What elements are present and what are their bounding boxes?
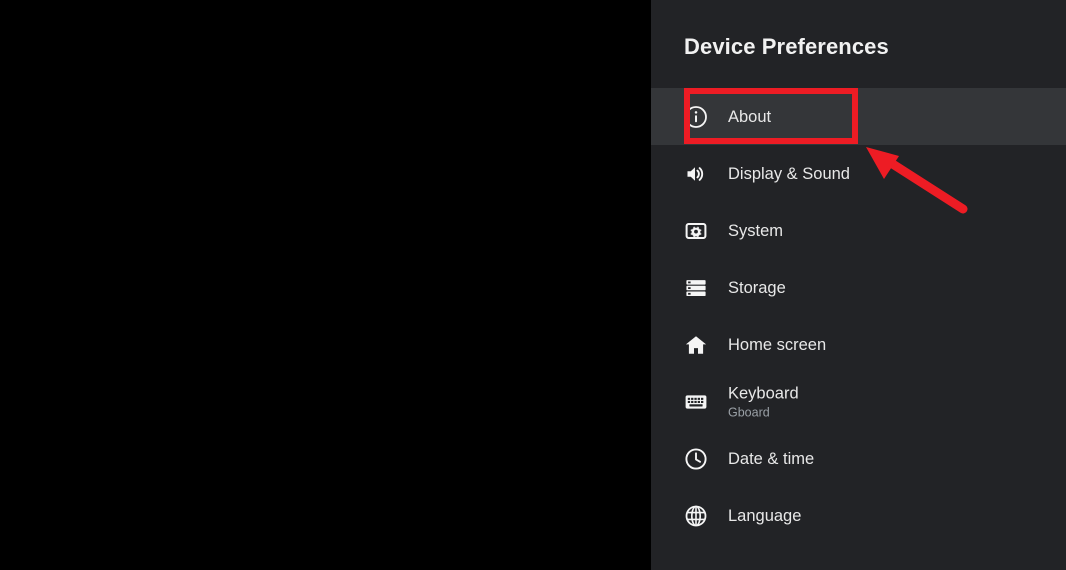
menu-item-text: About xyxy=(728,107,771,127)
menu-item-keyboard[interactable]: Keyboard Gboard xyxy=(651,373,1066,430)
storage-bars-icon xyxy=(683,275,709,301)
menu-item-text: Language xyxy=(728,506,801,526)
globe-icon xyxy=(683,503,709,529)
menu-item-label: Date & time xyxy=(728,449,815,468)
menu-item-text: System xyxy=(728,221,783,241)
menu-item-label: Language xyxy=(728,506,802,525)
background-content-area xyxy=(0,0,651,570)
menu-item-language[interactable]: Language xyxy=(651,487,1066,544)
menu-item-label: Home screen xyxy=(728,335,827,354)
menu-item-system[interactable]: System xyxy=(651,202,1066,259)
keyboard-icon xyxy=(683,389,709,415)
speaker-volume-icon xyxy=(683,161,709,187)
system-gear-box-icon xyxy=(683,218,709,244)
menu-item-label: Storage xyxy=(728,278,786,297)
device-preferences-panel: Device Preferences About Display & Sound… xyxy=(651,0,1066,570)
settings-menu-list: About Display & Sound System Storage Hom… xyxy=(651,88,1066,544)
menu-item-text: Storage xyxy=(728,278,786,298)
menu-item-label: System xyxy=(728,221,784,240)
clock-icon xyxy=(683,446,709,472)
menu-item-display-and-sound[interactable]: Display & Sound xyxy=(651,145,1066,202)
menu-item-label: About xyxy=(728,107,772,126)
menu-item-text: Home screen xyxy=(728,335,826,355)
page-title: Device Preferences xyxy=(684,34,889,59)
menu-item-text: Display & Sound xyxy=(728,164,850,184)
menu-item-subtitle: Gboard xyxy=(728,405,770,419)
menu-item-text: Date & time xyxy=(728,449,814,469)
menu-item-date-and-time[interactable]: Date & time xyxy=(651,430,1066,487)
info-circle-icon xyxy=(683,104,709,130)
menu-item-storage[interactable]: Storage xyxy=(651,259,1066,316)
tv-settings-screen: Device Preferences About Display & Sound… xyxy=(0,0,1066,570)
home-icon xyxy=(683,332,709,358)
menu-item-about[interactable]: About xyxy=(651,88,1066,145)
menu-item-home-screen[interactable]: Home screen xyxy=(651,316,1066,373)
menu-item-label: Keyboard xyxy=(728,384,799,402)
menu-item-label: Display & Sound xyxy=(728,164,850,183)
menu-item-text: Keyboard Gboard xyxy=(728,383,799,420)
